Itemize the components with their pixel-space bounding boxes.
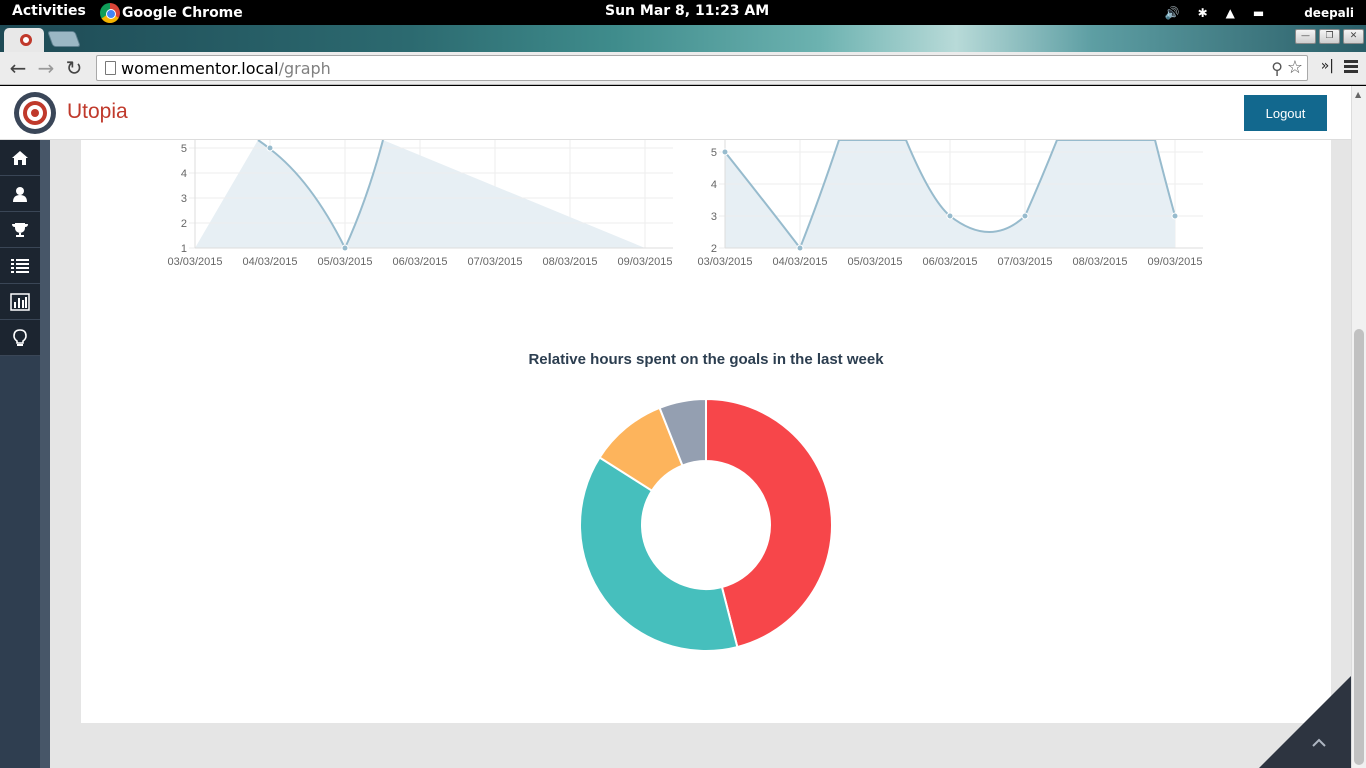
user-menu[interactable]: deepali [1286, 5, 1354, 21]
x-tick-label: 04/03/2015 [242, 256, 297, 268]
x-tick-label: 09/03/2015 [617, 256, 672, 268]
line-chart-2: 2 3 4 5 03/03/2015 04/03/2015 05/03/2015 06/03/… [697, 140, 1203, 268]
page-scrollbar[interactable]: ▲ [1351, 86, 1366, 768]
url-host: womenmentor.local [121, 59, 279, 78]
user-icon [13, 186, 27, 202]
y-tick-label: 1 [181, 243, 187, 255]
y-tick-label: 4 [181, 168, 187, 180]
activities-button[interactable]: Activities [12, 3, 86, 19]
search-icon[interactable]: ⚲ [1271, 59, 1283, 78]
tab-strip: — ❐ ✕ [0, 25, 1366, 52]
y-tick-label: 4 [711, 179, 717, 191]
x-tick-label: 07/03/2015 [467, 256, 522, 268]
url-path: /graph [278, 59, 331, 78]
scroll-to-top-button[interactable] [1259, 676, 1351, 768]
bookmark-star-icon[interactable]: ☆ [1287, 57, 1303, 78]
sidebar-item-profile[interactable] [0, 176, 40, 212]
x-tick-label: 08/03/2015 [542, 256, 597, 268]
x-tick-label: 09/03/2015 [1147, 256, 1202, 268]
x-tick-label: 06/03/2015 [392, 256, 447, 268]
donut-slice [579, 456, 739, 652]
window-controls: — ❐ ✕ [1292, 29, 1364, 44]
logout-button[interactable]: Logout [1244, 95, 1327, 131]
x-tick-label: 03/03/2015 [697, 256, 752, 268]
x-tick-label: 05/03/2015 [317, 256, 372, 268]
y-tick-label: 5 [181, 143, 187, 155]
scrollbar-thumb[interactable] [1354, 329, 1364, 765]
y-tick-label: 3 [181, 193, 187, 205]
sidebar-item-home[interactable] [0, 140, 40, 176]
y-tick-label: 2 [181, 218, 187, 230]
x-tick-label: 08/03/2015 [1072, 256, 1127, 268]
sidebar [0, 140, 50, 768]
minimize-icon[interactable]: — [1295, 29, 1316, 44]
home-icon [12, 150, 28, 165]
system-tray[interactable]: 🔊 ✱ ▲ ▬ deepali [1147, 0, 1366, 25]
address-bar[interactable]: womenmentor.local/graph ⚲ ☆ [96, 55, 1308, 81]
data-point [1171, 212, 1179, 220]
clock[interactable]: Sun Mar 8, 11:23 AM [605, 3, 769, 19]
donut-chart-title: Relative hours spent on the goals in the… [528, 351, 884, 368]
bar-chart-icon [10, 292, 30, 311]
data-point [266, 144, 274, 152]
target-logo-icon[interactable] [14, 92, 56, 134]
data-point [796, 244, 804, 252]
user-name: deepali [1304, 5, 1354, 20]
app-menu[interactable]: Google Chrome [100, 3, 243, 23]
x-tick-label: 06/03/2015 [922, 256, 977, 268]
line-area [195, 140, 645, 248]
trophy-icon [12, 222, 28, 237]
forward-arrow-icon[interactable]: → [34, 57, 58, 81]
browser-tab[interactable] [4, 28, 44, 52]
data-point [341, 244, 349, 252]
y-tick-label: 2 [711, 243, 717, 255]
lightbulb-icon [13, 328, 27, 346]
browser-toolbar: ← → ↻ womenmentor.local/graph ⚲ ☆ »| [0, 52, 1366, 85]
favicon-icon [20, 34, 32, 46]
line-chart-1: 1 2 3 4 5 03/03/2015 04/03/2015 05/03/2015 06/03… [167, 140, 673, 268]
sidebar-item-graphs[interactable] [0, 284, 40, 320]
page-viewport: Utopia Logout 1 2 3 4 5 03/03/2015 04/03/2015 0… [0, 86, 1366, 768]
back-arrow-icon[interactable]: ← [6, 57, 30, 81]
wifi-icon[interactable]: ▲ [1226, 6, 1235, 20]
x-tick-label: 03/03/2015 [167, 256, 222, 268]
new-tab-button[interactable] [47, 31, 81, 47]
data-point [721, 148, 729, 156]
bluetooth-icon[interactable]: ✱ [1198, 6, 1208, 20]
x-tick-label: 07/03/2015 [997, 256, 1052, 268]
extensions-chevron-icon[interactable]: »| [1321, 58, 1334, 74]
os-top-bar: Activities Google Chrome Sun Mar 8, 11:2… [0, 0, 1366, 25]
x-tick-label: 04/03/2015 [772, 256, 827, 268]
main-content: 1 2 3 4 5 03/03/2015 04/03/2015 05/03/2015 06/03… [81, 140, 1331, 723]
url-text: womenmentor.local/graph [121, 59, 331, 78]
data-point [946, 212, 954, 220]
scroll-up-arrow-icon[interactable]: ▲ [1355, 90, 1361, 99]
page-icon [105, 61, 116, 75]
reload-icon[interactable]: ↻ [62, 57, 86, 81]
app-navbar: Utopia Logout [0, 86, 1351, 140]
sidebar-edge [40, 140, 50, 768]
battery-icon[interactable]: ▬ [1253, 6, 1264, 20]
sidebar-item-list[interactable] [0, 248, 40, 284]
chrome-menu-icon[interactable] [1344, 60, 1358, 75]
donut-chart [579, 397, 833, 652]
close-icon[interactable]: ✕ [1343, 29, 1364, 44]
y-tick-label: 5 [711, 147, 717, 159]
brand-name[interactable]: Utopia [67, 100, 128, 124]
x-tick-label: 05/03/2015 [847, 256, 902, 268]
chrome-logo-icon [100, 3, 120, 23]
sidebar-item-goals[interactable] [0, 212, 40, 248]
maximize-icon[interactable]: ❐ [1319, 29, 1340, 44]
y-tick-label: 3 [711, 211, 717, 223]
sidebar-item-ideas[interactable] [0, 320, 40, 356]
app-name: Google Chrome [122, 5, 243, 21]
list-icon [11, 258, 29, 273]
data-point [1021, 212, 1029, 220]
volume-icon[interactable]: 🔊 [1165, 6, 1180, 20]
